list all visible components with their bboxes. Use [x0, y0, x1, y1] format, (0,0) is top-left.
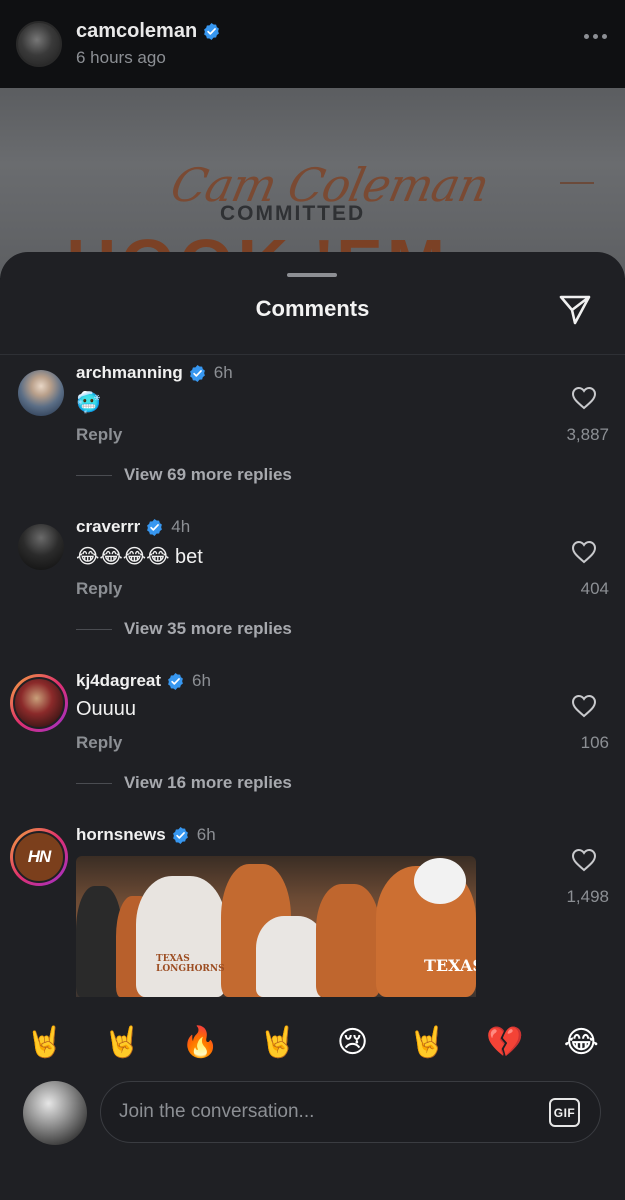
sheet-drag-handle[interactable] — [287, 273, 337, 277]
post-image: Cam Coleman COMMITTED HOOK 'EM — [0, 88, 625, 278]
post-meta: camcoleman 6 hours ago — [76, 20, 220, 68]
share-send-icon[interactable] — [558, 292, 592, 326]
comment-avatar[interactable] — [18, 524, 64, 570]
heart-icon[interactable] — [571, 848, 597, 872]
comment-username[interactable]: archmanning — [76, 363, 183, 383]
reply-button[interactable]: Reply — [76, 733, 122, 753]
comment-text: 🥶 — [76, 392, 101, 414]
view-more-replies-label: View 16 more replies — [124, 773, 292, 792]
more-options-icon[interactable] — [584, 34, 607, 39]
comment-timestamp: 6h — [213, 363, 233, 382]
emoji-button[interactable]: 🤘 — [104, 1028, 141, 1058]
heart-icon[interactable] — [571, 386, 597, 410]
heart-icon[interactable] — [571, 540, 597, 564]
reply-button[interactable]: Reply — [76, 425, 122, 445]
comment-gif-image[interactable]: TEXAS LONGHORNS TEXAS — [76, 856, 476, 997]
gif-figure — [136, 876, 226, 997]
gif-helmet — [414, 858, 466, 904]
emoji-button[interactable]: 🤘 — [408, 1028, 445, 1058]
sheet-divider — [0, 354, 625, 355]
comment-input-row: GIF — [0, 1078, 625, 1200]
comment-username[interactable]: kj4dagreat — [76, 671, 161, 691]
emoji-button[interactable]: 😢 — [337, 1028, 368, 1058]
post-image-line — [560, 182, 594, 184]
like-count: 3,887 — [566, 425, 609, 444]
heart-icon[interactable] — [571, 694, 597, 718]
comment-input-container: GIF — [100, 1081, 601, 1143]
verified-badge-icon — [204, 23, 220, 40]
comment-avatar-story-ring[interactable]: HN — [10, 828, 68, 886]
view-more-replies[interactable]: View 35 more replies — [76, 619, 292, 639]
gif-figure — [316, 884, 380, 997]
comment-text: 😂😂😂😂 bet — [76, 546, 203, 568]
comment-username[interactable]: craverrr — [76, 517, 140, 537]
like-count: 1,498 — [566, 887, 609, 906]
view-more-replies-label: View 35 more replies — [124, 619, 292, 638]
gif-jersey-text: TEXAS — [424, 956, 476, 975]
comment-avatar: HN — [13, 831, 65, 883]
verified-badge-icon — [172, 826, 188, 844]
emoji-quick-bar: 🤘 🤘 🔥 🤘 😢 🤘 💔 😂 — [0, 1008, 625, 1078]
comment-timestamp: 6h — [196, 825, 216, 844]
verified-badge-icon — [168, 672, 183, 690]
emoji-button[interactable]: 💔 — [486, 1028, 523, 1058]
comment-timestamp: 4h — [171, 517, 191, 536]
emoji-button[interactable]: 😂 — [564, 1028, 599, 1058]
post-timestamp: 6 hours ago — [76, 48, 166, 67]
reply-button[interactable]: Reply — [76, 579, 122, 599]
current-user-avatar[interactable] — [23, 1081, 87, 1145]
post-author-avatar[interactable] — [16, 21, 62, 67]
post-image-committed-text: COMMITTED — [220, 202, 366, 225]
emoji-button[interactable]: 🔥 — [182, 1028, 219, 1058]
view-more-replies[interactable]: View 69 more replies — [76, 465, 292, 485]
emoji-button[interactable]: 🤘 — [26, 1028, 63, 1058]
comment-timestamp: 6h — [192, 671, 211, 690]
view-more-replies[interactable]: View 16 more replies — [76, 773, 292, 793]
post-author-username[interactable]: camcoleman — [76, 20, 197, 43]
comment-avatar[interactable] — [18, 370, 64, 416]
avatar-logo-text: HN — [27, 847, 52, 866]
emoji-button[interactable]: 🤘 — [259, 1028, 296, 1058]
comment-username[interactable]: hornsnews — [76, 825, 166, 845]
like-count: 106 — [580, 733, 609, 752]
comment-avatar — [13, 677, 65, 729]
like-count: 404 — [580, 579, 609, 598]
comment-text: Ouuuu — [76, 698, 137, 720]
comment-input[interactable] — [119, 1082, 529, 1142]
verified-badge-icon — [189, 364, 205, 382]
gif-shirt-text: TEXAS LONGHORNS — [156, 954, 225, 974]
view-more-replies-label: View 69 more replies — [124, 465, 292, 484]
gif-button[interactable]: GIF — [549, 1098, 580, 1127]
post-header: camcoleman 6 hours ago — [0, 0, 625, 88]
verified-badge-icon — [147, 518, 163, 536]
comments-title: Comments — [255, 296, 370, 321]
comment-avatar-story-ring[interactable] — [10, 674, 68, 732]
